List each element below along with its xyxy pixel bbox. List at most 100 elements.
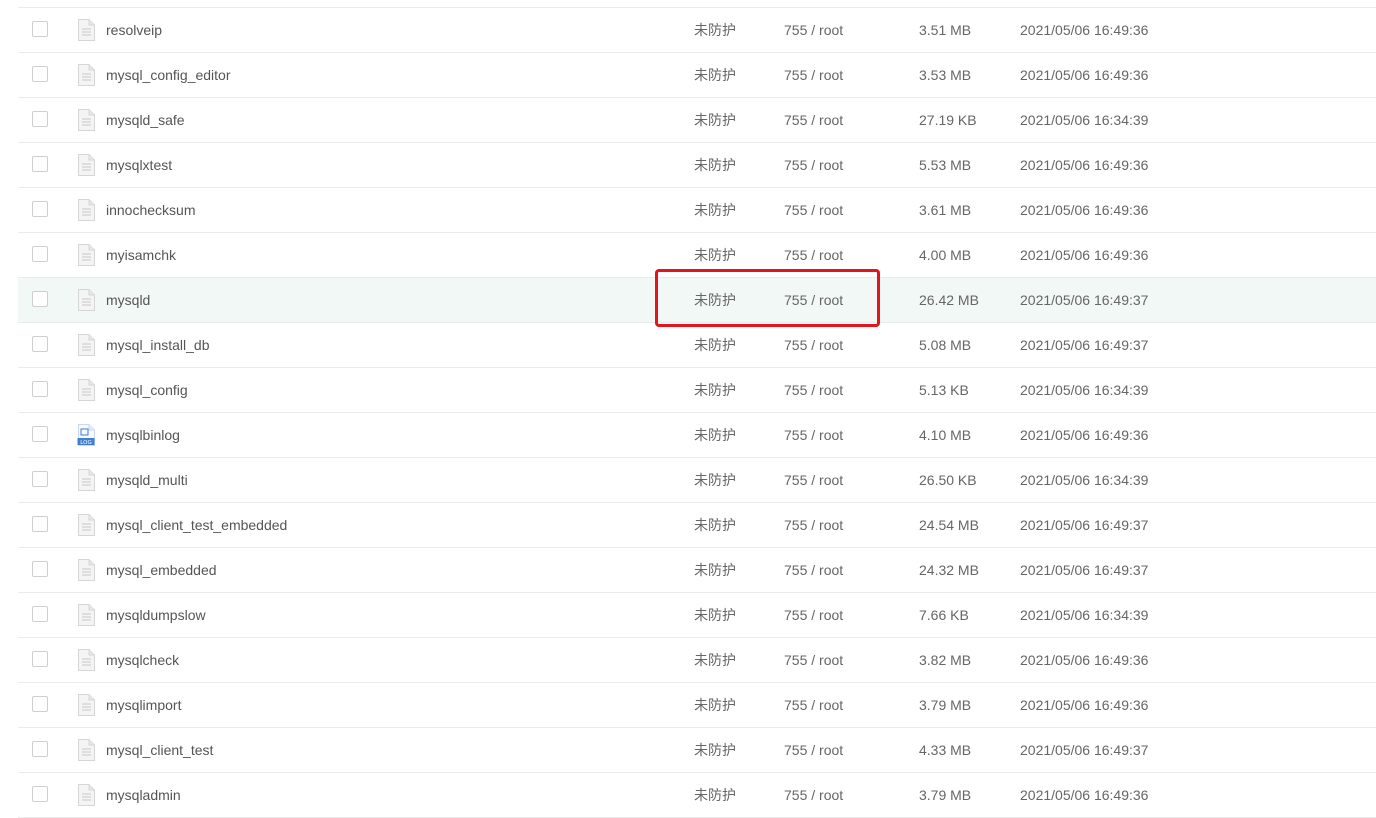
file-row[interactable]: mysql_client_test_embedded 未防护 755 / roo… (18, 503, 1376, 548)
file-row[interactable]: mysqldumpslow 未防护 755 / root 7.66 KB 202… (18, 593, 1376, 638)
protection-status[interactable]: 未防护 (694, 683, 736, 727)
file-name[interactable]: innochecksum (106, 188, 196, 232)
file-name[interactable]: mysqladmin (106, 773, 181, 817)
modified-time: 2021/05/06 16:49:36 (1020, 157, 1149, 173)
protection-status[interactable]: 未防护 (694, 503, 736, 547)
file-row[interactable]: mysql_config_editor 未防护 755 / root 3.53 … (18, 53, 1376, 98)
file-permission[interactable]: 755 / root (784, 638, 843, 682)
row-checkbox[interactable] (32, 111, 48, 127)
protection-status[interactable]: 未防护 (694, 638, 736, 682)
file-row[interactable]: mysql_install_db 未防护 755 / root 5.08 MB … (18, 323, 1376, 368)
file-name[interactable]: resolveip (106, 8, 162, 52)
row-checkbox[interactable] (32, 651, 48, 667)
file-permission[interactable]: 755 / root (784, 458, 843, 502)
file-name[interactable]: mysqld_multi (106, 458, 188, 502)
modified-time: 2021/05/06 16:34:39 (1020, 607, 1149, 623)
protection-status[interactable]: 未防护 (694, 458, 736, 502)
file-row[interactable]: mysqld_safe 未防护 755 / root 27.19 KB 2021… (18, 98, 1376, 143)
modified-time: 2021/05/06 16:49:36 (1020, 202, 1149, 218)
file-permission[interactable]: 755 / root (784, 278, 843, 322)
file-name[interactable]: mysql_install_db (106, 323, 210, 367)
file-size: 3.61 MB (919, 202, 972, 218)
protection-status[interactable]: 未防护 (694, 773, 736, 817)
file-row[interactable]: mysqlxtest 未防护 755 / root 5.53 MB 2021/0… (18, 143, 1376, 188)
file-name[interactable]: mysqlimport (106, 683, 181, 727)
file-row[interactable]: mysqld 未防护 755 / root 26.42 MB 2021/05/0… (18, 278, 1376, 323)
file-row[interactable]: mysql_config 未防护 755 / root 5.13 KB 2021… (18, 368, 1376, 413)
file-name[interactable]: mysqldumpslow (106, 593, 206, 637)
protection-status[interactable]: 未防护 (694, 188, 736, 232)
file-row[interactable]: mysqlimport 未防护 755 / root 3.79 MB 2021/… (18, 683, 1376, 728)
row-checkbox[interactable] (32, 561, 48, 577)
file-name[interactable]: mysql_client_test_embedded (106, 503, 287, 547)
protection-status[interactable]: 未防护 (694, 98, 736, 142)
file-permission[interactable]: 755 / root (784, 368, 843, 412)
file-permission[interactable]: 755 / root (784, 53, 843, 97)
row-checkbox[interactable] (32, 516, 48, 532)
row-checkbox[interactable] (32, 201, 48, 217)
row-checkbox[interactable] (32, 291, 48, 307)
modified-time: 2021/05/06 16:49:36 (1020, 652, 1149, 668)
file-name[interactable]: mysql_config_editor (106, 53, 231, 97)
file-name[interactable]: mysql_client_test (106, 728, 213, 772)
file-row[interactable]: mysqlcheck 未防护 755 / root 3.82 MB 2021/0… (18, 638, 1376, 683)
protection-status[interactable]: 未防护 (694, 323, 736, 367)
file-permission[interactable]: 755 / root (784, 188, 843, 232)
row-checkbox[interactable] (32, 381, 48, 397)
file-permission[interactable]: 755 / root (784, 98, 843, 142)
file-name[interactable]: mysql_config (106, 368, 188, 412)
file-name[interactable]: mysqld (106, 278, 150, 322)
protection-status[interactable]: 未防护 (694, 53, 736, 97)
file-name[interactable]: mysql_embedded (106, 548, 217, 592)
file-row[interactable]: resolveip 未防护 755 / root 3.51 MB 2021/05… (18, 8, 1376, 53)
file-permission[interactable]: 755 / root (784, 143, 843, 187)
file-permission[interactable]: 755 / root (784, 8, 843, 52)
file-permission[interactable]: 755 / root (784, 413, 843, 457)
file-permission[interactable]: 755 / root (784, 593, 843, 637)
protection-status[interactable]: 未防护 (694, 278, 736, 322)
row-checkbox[interactable] (32, 426, 48, 442)
row-checkbox[interactable] (32, 156, 48, 172)
file-row[interactable]: LOG mysqlbinlog 未防护 755 / root 4.10 MB 2… (18, 413, 1376, 458)
file-permission[interactable]: 755 / root (784, 773, 843, 817)
row-checkbox[interactable] (32, 471, 48, 487)
protection-status[interactable]: 未防护 (694, 143, 736, 187)
file-name[interactable]: mysqlxtest (106, 143, 172, 187)
row-checkbox[interactable] (32, 336, 48, 352)
file-name[interactable]: mysqlbinlog (106, 413, 180, 457)
protection-status[interactable]: 未防护 (694, 413, 736, 457)
file-row[interactable]: mysql_client_test 未防护 755 / root 4.33 MB… (18, 728, 1376, 773)
row-checkbox[interactable] (32, 696, 48, 712)
file-name[interactable]: mysqld_safe (106, 98, 185, 142)
row-checkbox[interactable] (32, 606, 48, 622)
modified-time: 2021/05/06 16:34:39 (1020, 112, 1149, 128)
file-name[interactable]: mysqlcheck (106, 638, 179, 682)
file-permission[interactable]: 755 / root (784, 233, 843, 277)
file-permission[interactable]: 755 / root (784, 503, 843, 547)
file-row[interactable]: mysqld_multi 未防护 755 / root 26.50 KB 202… (18, 458, 1376, 503)
protection-status[interactable]: 未防护 (694, 233, 736, 277)
row-checkbox[interactable] (32, 786, 48, 802)
file-row[interactable]: mysql_embedded 未防护 755 / root 24.32 MB 2… (18, 548, 1376, 593)
file-name[interactable]: myisamchk (106, 233, 176, 277)
file-permission[interactable]: 755 / root (784, 728, 843, 772)
generic-file-icon (78, 64, 95, 86)
protection-status[interactable]: 未防护 (694, 368, 736, 412)
row-checkbox[interactable] (32, 246, 48, 262)
protection-status[interactable]: 未防护 (694, 593, 736, 637)
file-row[interactable]: innochecksum 未防护 755 / root 3.61 MB 2021… (18, 188, 1376, 233)
protection-status[interactable]: 未防护 (694, 728, 736, 772)
protection-status[interactable]: 未防护 (694, 8, 736, 52)
file-permission[interactable]: 755 / root (784, 323, 843, 367)
protection-status[interactable]: 未防护 (694, 548, 736, 592)
file-permission[interactable]: 755 / root (784, 683, 843, 727)
file-size: 3.82 MB (919, 652, 972, 668)
row-checkbox[interactable] (32, 66, 48, 82)
file-row[interactable]: mysqladmin 未防护 755 / root 3.79 MB 2021/0… (18, 773, 1376, 818)
row-checkbox[interactable] (32, 741, 48, 757)
file-row[interactable]: myisamchk 未防护 755 / root 4.00 MB 2021/05… (18, 233, 1376, 278)
row-checkbox[interactable] (32, 21, 48, 37)
file-permission[interactable]: 755 / root (784, 548, 843, 592)
modified-time: 2021/05/06 16:49:36 (1020, 247, 1149, 263)
modified-time: 2021/05/06 16:49:37 (1020, 742, 1149, 758)
